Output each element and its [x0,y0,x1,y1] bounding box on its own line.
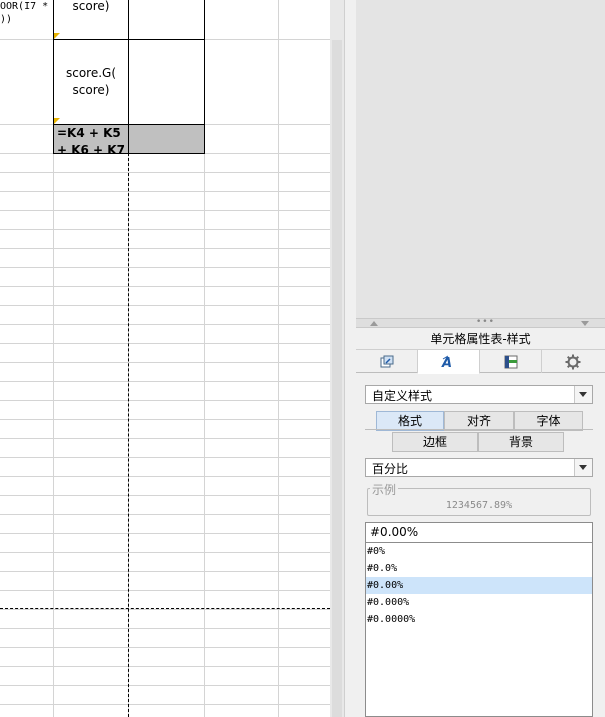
grid-row-line [0,191,330,192]
cell-j-top-text: score) [72,0,110,13]
svg-text:A: A [441,356,452,369]
cell-k-formula-1: =K4 + K5 [57,126,121,140]
panel-title: 单元格属性表-样式 [430,332,531,346]
page-break-horizontal [0,608,330,609]
example-label: 示例 [370,481,399,498]
spreadsheet-grid[interactable]: OOR(I7 * )) score) score.G( score) =K4 +… [0,0,330,717]
tab-format[interactable]: 格式 [376,411,444,431]
collapse-down-icon[interactable] [581,321,589,326]
grid-row-line [0,248,330,249]
grid-row-line [0,514,330,515]
page-break-vertical [128,153,129,717]
example-value: 1234567.89% [445,500,513,511]
format-type-value: 百分比 [372,462,409,476]
tab-row-divider [365,429,593,430]
cell-border [128,124,129,154]
collapse-up-icon[interactable] [370,321,378,326]
grid-row-line [0,704,330,705]
formula-marker-icon [54,118,60,124]
cell-k-formula-2: + K6 + K7 [57,143,125,153]
style-A-icon: A [441,355,452,369]
format-list[interactable]: #0% #0.0% #0.00% #0.000% #0.0000% [365,543,593,717]
cell-j-mid-text-1: score.G( [65,66,117,80]
chevron-down-icon[interactable] [574,386,592,403]
cell-border-icon [504,355,517,368]
splitter-grip-icon: ••• [476,317,495,327]
cell-i-formula-line2: )) [0,14,13,25]
grid-row-line [0,172,330,173]
cell-properties-panel: 单元格属性表-样式 A 自定义样式 格式 对齐 字体 边框 背景 百分比 示例 … [356,328,605,717]
grid-row-line [0,476,330,477]
grid-row-line [0,343,330,344]
grid-row-line [0,495,330,496]
style-select[interactable]: 自定义样式 [365,385,593,404]
tab-align[interactable]: 对齐 [444,411,514,431]
chevron-down-icon[interactable] [574,459,592,476]
style-select-value: 自定义样式 [372,389,433,403]
grid-row-line [0,685,330,686]
grid-row-line [0,210,330,211]
gear-icon [565,354,581,369]
grid-row-line [0,666,330,667]
tab-border[interactable]: 边框 [392,432,478,452]
pane-divider[interactable] [344,0,356,717]
upper-panel-area [356,0,605,318]
grid-row-line [0,571,330,572]
grid-row-line [0,400,330,401]
grid-row-line [0,647,330,648]
tab-cell-link[interactable] [356,350,418,373]
format-list-item[interactable]: #0% [366,543,592,560]
property-icon-tabs: A [356,349,605,374]
grid-row-line [0,628,330,629]
formula-marker-icon [54,33,60,39]
grid-row-line [0,533,330,534]
grid-row-line [0,362,330,363]
cell-j-mid-text-2: score) [72,83,110,97]
grid-row-line [0,552,330,553]
format-list-item[interactable]: #0.000% [366,594,592,611]
format-code-input[interactable]: #0.00% [365,522,593,543]
grid-row-line [0,381,330,382]
grid-row-line [0,438,330,439]
grid-row-line [0,305,330,306]
tab-style[interactable]: A [418,350,480,374]
grid-row-line [0,286,330,287]
format-list-item[interactable]: #0.0000% [366,611,592,628]
grid-row-line [0,609,330,610]
grid-row-line [0,324,330,325]
tab-settings[interactable] [542,350,604,373]
format-list-item-selected[interactable]: #0.00% [366,577,592,594]
format-type-select[interactable]: 百分比 [365,458,593,477]
tab-cell-border[interactable] [480,350,542,373]
grid-row-line [0,419,330,420]
grid-row-line [0,229,330,230]
grid-row-line [0,457,330,458]
format-list-item[interactable]: #0.0% [366,560,592,577]
cell-link-icon [380,355,393,367]
cell-k-formula-2-clip: + K6 + K7 [53,142,128,153]
grid-row-line [0,590,330,591]
tab-font[interactable]: 字体 [514,411,583,431]
grid-row-line [0,267,330,268]
tab-background[interactable]: 背景 [478,432,564,452]
scrollbar-track[interactable] [332,40,342,717]
